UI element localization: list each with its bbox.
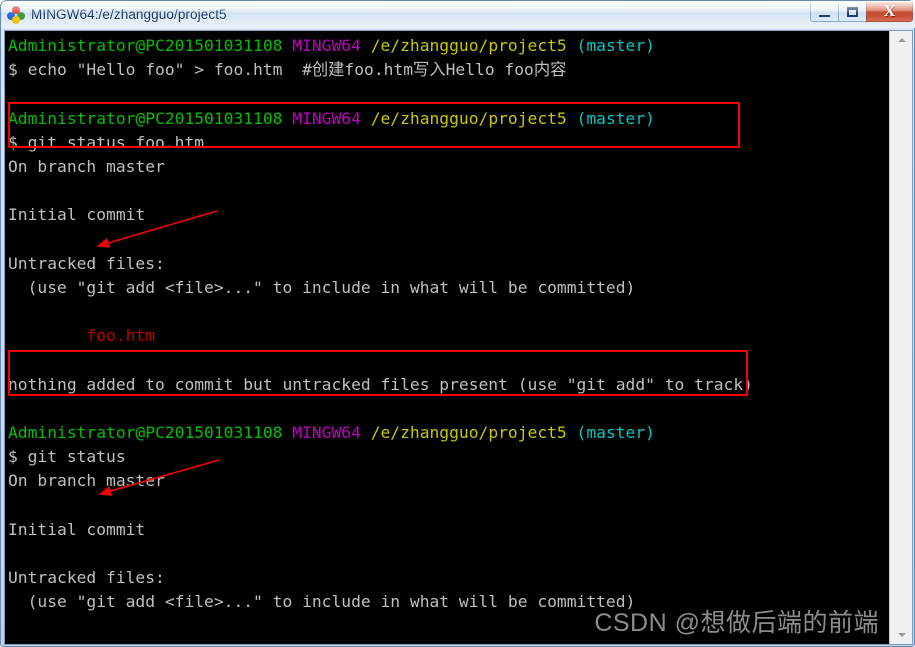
terminal-window: MINGW64:/e/zhangguo/project5 X Administr… <box>0 0 915 647</box>
terminal-segment: /e/zhangguo/project5 <box>370 36 577 55</box>
terminal-line: foo.htm <box>8 639 886 644</box>
terminal-segment: Untracked files: <box>8 568 165 588</box>
terminal-line: foo.htm <box>8 324 886 348</box>
scroll-down-arrow-icon[interactable] <box>890 626 912 644</box>
terminal-segment: (use "git add <file>..." to include in w… <box>8 592 636 612</box>
terminal-line: nothing added to commit but untracked fi… <box>8 373 886 397</box>
terminal-segment: Initial commit <box>8 205 146 225</box>
terminal-segment: $ git status <box>8 447 126 467</box>
terminal-segment: (master) <box>576 423 655 442</box>
terminal-line: (use "git add <file>..." to include in w… <box>8 276 886 300</box>
terminal-segment: MINGW64 <box>292 36 371 55</box>
terminal-line: $ git status <box>8 445 886 469</box>
close-button[interactable]: X <box>866 2 913 22</box>
terminal-line: On branch master <box>8 469 886 493</box>
terminal-screen[interactable]: Administrator@PC201501031108 MINGW64 /e/… <box>5 31 889 644</box>
terminal-line: Administrator@PC201501031108 MINGW64 /e/… <box>8 34 886 58</box>
close-icon: X <box>883 2 896 20</box>
terminal-segment: MINGW64 <box>292 423 371 442</box>
scroll-up-arrow-icon[interactable] <box>890 31 912 49</box>
terminal-segment: Administrator@PC201501031108 <box>8 423 293 442</box>
maximize-icon <box>847 6 858 17</box>
terminal-segment: foo.htm <box>8 326 156 346</box>
terminal-segment: $ echo "Hello foo" > foo.htm #创建foo.htm写… <box>8 60 567 80</box>
vertical-scrollbar[interactable] <box>889 31 912 644</box>
minimize-icon <box>819 12 830 17</box>
terminal-line: $ echo "Hello foo" > foo.htm #创建foo.htm写… <box>8 58 886 82</box>
terminal-line: Initial commit <box>8 518 886 542</box>
terminal-segment: nothing added to commit but untracked fi… <box>8 374 753 394</box>
terminal-segment: (master) <box>576 36 655 55</box>
maximize-button[interactable] <box>838 2 867 22</box>
scrollbar-track[interactable] <box>890 49 912 626</box>
client-area: Administrator@PC201501031108 MINGW64 /e/… <box>4 30 913 645</box>
terminal-segment: Administrator@PC201501031108 <box>8 36 293 55</box>
terminal-segment: /e/zhangguo/project5 <box>370 423 577 442</box>
terminal-line: Untracked files: <box>8 252 886 276</box>
watermark: CSDN @想做后端的前端 <box>594 609 879 637</box>
terminal-segment: foo.htm <box>8 641 155 644</box>
terminal-line: On branch master <box>8 155 886 179</box>
terminal-segment: /e/zhangguo/project5 <box>370 108 577 128</box>
terminal-segment: $ git status foo.htm <box>8 132 205 152</box>
terminal-text: Administrator@PC201501031108 MINGW64 /e/… <box>8 34 886 644</box>
terminal-line: Administrator@PC201501031108 MINGW64 /e/… <box>8 107 886 131</box>
terminal-segment: Untracked files: <box>8 253 165 273</box>
terminal-segment: Administrator@PC201501031108 <box>8 108 293 128</box>
minimize-button[interactable] <box>810 2 839 22</box>
terminal-segment: MINGW64 <box>292 108 371 128</box>
terminal-segment: On branch master <box>8 156 165 176</box>
terminal-segment: Initial commit <box>8 519 146 539</box>
terminal-segment: On branch master <box>8 471 165 491</box>
title-bar[interactable]: MINGW64:/e/zhangguo/project5 X <box>1 1 915 28</box>
mintty-icon <box>7 5 25 24</box>
terminal-line: Initial commit <box>8 203 886 227</box>
terminal-line: $ git status foo.htm <box>8 131 886 155</box>
window-title: MINGW64:/e/zhangguo/project5 <box>31 7 227 22</box>
terminal-line: Untracked files: <box>8 566 886 590</box>
terminal-segment: (master) <box>576 108 655 128</box>
terminal-line: Administrator@PC201501031108 MINGW64 /e/… <box>8 421 886 445</box>
terminal-segment: (use "git add <file>..." to include in w… <box>8 277 636 297</box>
caption-buttons: X <box>810 2 913 24</box>
